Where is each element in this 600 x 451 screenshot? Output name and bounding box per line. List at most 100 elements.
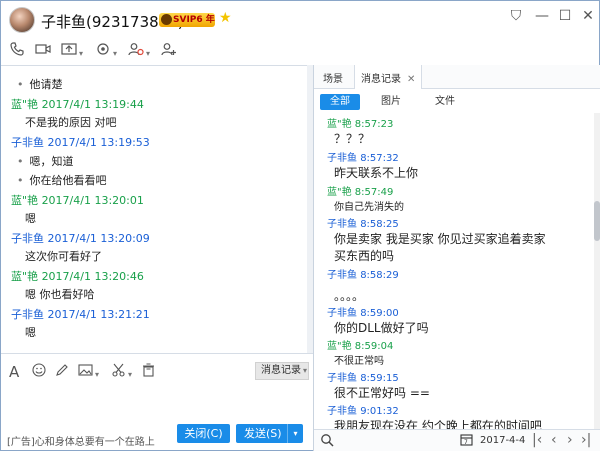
message-history-panel: 场景 消息记录 ✕ 全部 图片 文件 蓝"艳 8:57:23 ？？？ 子非鱼 8:… (314, 65, 600, 451)
screenshot-icon[interactable]: ▾ (111, 363, 132, 381)
message-text: 你的DLL做好了吗 (334, 321, 429, 335)
previous-page-icon[interactable]: ‹ (551, 432, 557, 448)
bullet-icon: • (17, 174, 24, 187)
chat-history-pane[interactable]: • 他请楚 蓝"艳 2017/4/1 13:19:44 不是我的原因 对吧 子非鱼… (1, 65, 313, 353)
last-page-icon[interactable]: ›| (581, 432, 591, 448)
ad-text[interactable]: [广告]心和身体总要有一个在路上 (7, 433, 155, 448)
first-page-icon[interactable]: |‹ (532, 432, 542, 448)
history-item: 蓝"艳 8:57:23 ？？？ (314, 115, 592, 147)
history-item: 子非鱼 8:58:25 你是卖家 我是买家 你见过买家追着卖家 买东西的吗 (314, 215, 592, 264)
message-text: 他请楚 (29, 78, 63, 91)
sender-name[interactable]: 子非鱼 (327, 270, 357, 281)
message-time: 8:58:29 (360, 270, 399, 281)
sender-name[interactable]: 子非鱼 (327, 308, 357, 319)
history-header: 子非鱼 8:59:15 (314, 369, 592, 384)
message-text: 你是卖家 我是买家 你见过买家追着卖家 (334, 232, 546, 246)
close-window-button[interactable]: ✕ (577, 7, 599, 25)
vip-badge[interactable]: SVIP6 年 (159, 13, 215, 27)
message-text-continued: 买东西的吗 (334, 249, 395, 263)
sender-name[interactable]: 蓝"艳 (327, 341, 352, 352)
video-icon[interactable] (35, 42, 51, 62)
sender-name[interactable]: 子非鱼 (327, 219, 357, 230)
trash-icon[interactable] (142, 363, 155, 381)
message-text: ？？？ (334, 132, 371, 146)
message-header: 蓝"艳 2017/4/1 13:20:46 (1, 268, 307, 284)
message-time: 2017/4/1 13:20:46 (41, 270, 144, 283)
sender-name[interactable]: 蓝"艳 (327, 119, 352, 130)
svg-text:7: 7 (464, 439, 468, 446)
sender-name[interactable]: 子非鱼 (1, 136, 44, 149)
sender-name[interactable]: 蓝"艳 (1, 98, 38, 111)
tab-message-history[interactable]: 消息记录 ✕ (354, 65, 423, 89)
message-time: 9:01:32 (360, 406, 399, 417)
send-label: 发送(S) (244, 427, 282, 440)
sender-name[interactable]: 子非鱼 (1, 308, 44, 321)
maximize-button[interactable]: ☐ (554, 7, 576, 25)
chevron-down-icon: ▾ (303, 366, 308, 375)
phone-icon[interactable] (10, 42, 24, 62)
emoji-icon[interactable] (32, 363, 46, 381)
sender-name[interactable]: 子非鱼 (327, 406, 357, 417)
message-text: 嗯 你也看好哈 (25, 288, 95, 301)
next-page-icon[interactable]: › (567, 432, 573, 448)
close-button[interactable]: 关闭(C) (177, 424, 230, 443)
message-time: 8:57:49 (354, 187, 394, 198)
star-icon[interactable]: ★ (219, 10, 232, 26)
tab-scene[interactable]: 场景 (323, 70, 343, 85)
filter-files[interactable]: 文件 (430, 94, 460, 110)
message-text: 不是我的原因 对吧 (25, 116, 117, 129)
history-header: 蓝"艳 8:57:49 (314, 183, 592, 198)
chat-window: 子非鱼(923173805) SVIP6 年 ★ ⛉ — ☐ ✕ ▾ ▾ ▾ •… (0, 0, 600, 451)
send-options-chevron-icon[interactable]: ▾ (287, 424, 303, 443)
block-user-icon[interactable]: ▾ (128, 42, 150, 62)
message-text: 嗯，知道 (29, 155, 74, 168)
message-text: 你在给他看看吧 (29, 174, 107, 187)
history-header: 子非鱼 8:57:32 (314, 149, 592, 164)
filter-images[interactable]: 图片 (376, 94, 406, 110)
message-time: 2017/4/1 13:19:44 (41, 98, 144, 111)
message-text: 我朋友现在没在 约个晚上都在的时间吧 (334, 419, 542, 429)
filter-all[interactable]: 全部 (320, 94, 360, 110)
title-bar: 子非鱼(923173805) SVIP6 年 ★ ⛉ — ☐ ✕ (1, 1, 599, 39)
minimize-button[interactable]: — (531, 7, 553, 25)
message-time: 8:57:23 (354, 119, 394, 130)
history-item: 子非鱼 8:59:15 很不正常好吗 == (314, 369, 592, 401)
avatar[interactable] (9, 7, 35, 33)
send-button[interactable]: 发送(S) ▾ (236, 424, 303, 443)
image-icon[interactable]: ▾ (78, 363, 99, 381)
font-icon[interactable]: A (9, 363, 19, 381)
history-list[interactable]: 蓝"艳 8:57:23 ？？？ 子非鱼 8:57:32 昨天联系不上你 蓝"艳 … (314, 113, 594, 429)
history-date[interactable]: 2017-4-4 (480, 435, 525, 446)
sender-name[interactable]: 子非鱼 (1, 232, 44, 245)
sender-name[interactable]: 蓝"艳 (1, 194, 38, 207)
calendar-icon[interactable]: 7 (460, 433, 473, 449)
chat-message: • 你在给他看看吧 (1, 172, 307, 188)
message-text: 嗯 (25, 212, 36, 225)
chat-toolbar: ▾ ▾ ▾ (1, 39, 599, 65)
sender-name[interactable]: 蓝"艳 (1, 270, 38, 283)
pen-icon[interactable] (55, 363, 69, 381)
scrollbar-thumb[interactable] (594, 201, 600, 241)
bullet-icon: • (17, 78, 24, 91)
message-time: 8:59:15 (360, 373, 399, 384)
message-history-button[interactable]: 消息记录 ▾ (255, 362, 309, 380)
message-header: 子非鱼 2017/4/1 13:21:21 (1, 306, 307, 322)
history-item: 子非鱼 8:57:32 昨天联系不上你 (314, 149, 592, 181)
close-icon[interactable]: ✕ (407, 74, 415, 85)
sender-name[interactable]: 子非鱼 (327, 153, 357, 164)
screen-share-icon[interactable]: ▾ (61, 42, 83, 62)
history-item: 蓝"艳 8:57:49 你自己先消失的 (314, 183, 592, 213)
history-item: 子非鱼 8:58:29 。。。。 (314, 266, 592, 304)
remote-assist-icon[interactable]: ▾ (95, 42, 117, 62)
history-scrollbar[interactable] (594, 113, 600, 429)
add-friend-icon[interactable] (161, 42, 177, 62)
sender-name[interactable]: 蓝"艳 (327, 187, 352, 198)
message-input[interactable] (1, 387, 313, 421)
skin-button[interactable]: ⛉ (505, 7, 527, 25)
tab-message-history-label: 消息记录 (361, 74, 401, 85)
message-time: 2017/4/1 13:20:09 (47, 232, 150, 245)
search-icon[interactable] (320, 433, 334, 451)
history-item: 子非鱼 9:01:32 我朋友现在没在 约个晚上都在的时间吧 (314, 402, 592, 429)
message-text: 你自己先消失的 (334, 202, 404, 213)
sender-name[interactable]: 子非鱼 (327, 373, 357, 384)
